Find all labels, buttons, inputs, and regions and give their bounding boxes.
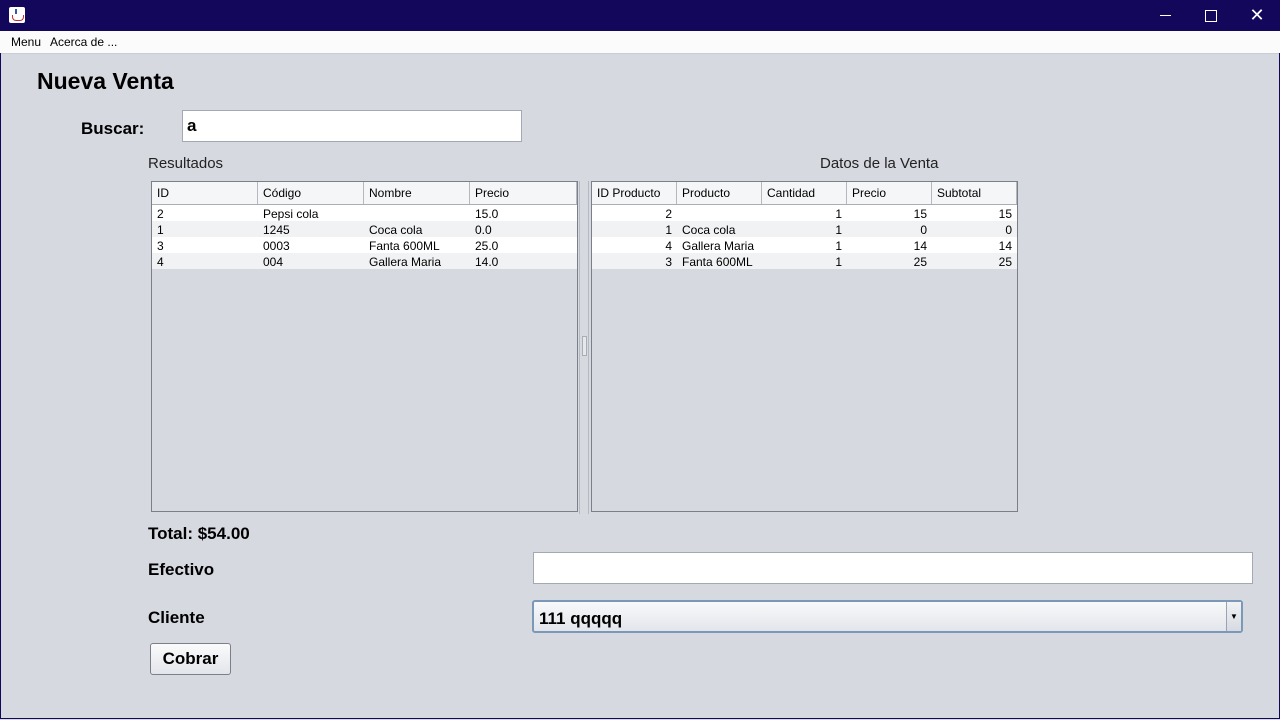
- table-row[interactable]: 3 Fanta 600ML 1 25 25: [592, 253, 1017, 269]
- menu-item-menu[interactable]: Menu: [11, 35, 41, 49]
- total-label: Total: $54.00: [148, 524, 250, 543]
- cell-id: 4: [157, 255, 164, 269]
- search-input[interactable]: [182, 110, 522, 142]
- sale-table-header: ID Producto Producto Cantidad Precio Sub…: [592, 182, 1017, 205]
- close-button[interactable]: ✕: [1234, 0, 1280, 31]
- java-app-icon: [9, 7, 25, 23]
- cell-nombre: Fanta 600ML: [369, 239, 440, 253]
- table-row[interactable]: 3 0003 Fanta 600ML 25.0: [152, 237, 577, 253]
- cell-subtotal: 0: [1005, 223, 1012, 237]
- table-row[interactable]: 4 Gallera Maria 1 14 14: [592, 237, 1017, 253]
- cell-id-producto: 3: [665, 255, 672, 269]
- cell-precio: 14: [913, 239, 927, 253]
- cell-producto: [677, 205, 762, 221]
- column-header-subtotal[interactable]: Subtotal: [932, 182, 1017, 204]
- maximize-icon: [1205, 9, 1217, 22]
- cell-cantidad: 1: [835, 207, 842, 221]
- cell-id-producto: 1: [665, 223, 672, 237]
- column-header-precio[interactable]: Precio: [470, 182, 577, 204]
- menu-item-about[interactable]: Acerca de ...: [50, 35, 117, 49]
- results-table[interactable]: ID Código Nombre Precio 2 Pepsi cola 15.…: [151, 181, 578, 512]
- cell-id-producto: 2: [665, 207, 672, 221]
- cell-codigo: 0003: [263, 239, 290, 253]
- cell-precio: 15: [913, 207, 927, 221]
- table-row[interactable]: 2 1 15 15: [592, 205, 1017, 221]
- maximize-button[interactable]: [1188, 0, 1234, 31]
- cell-nombre: [364, 205, 470, 221]
- cell-precio: 0.0: [475, 223, 492, 237]
- cell-codigo: Pepsi cola: [263, 207, 319, 221]
- table-row[interactable]: 1 Coca cola 1 0 0: [592, 221, 1017, 237]
- cell-cantidad: 1: [835, 239, 842, 253]
- sale-table[interactable]: ID Producto Producto Cantidad Precio Sub…: [591, 181, 1018, 512]
- column-header-id-producto[interactable]: ID Producto: [592, 182, 677, 204]
- cash-label: Efectivo: [148, 560, 215, 579]
- table-row[interactable]: 1 1245 Coca cola 0.0: [152, 221, 577, 237]
- column-header-id[interactable]: ID: [152, 182, 258, 204]
- column-header-producto[interactable]: Producto: [677, 182, 762, 204]
- cell-id-producto: 4: [665, 239, 672, 253]
- menu-bar: Menu Acerca de ...: [0, 31, 1280, 54]
- cell-subtotal: 25: [998, 255, 1012, 269]
- cell-precio: 0: [920, 223, 927, 237]
- cell-producto: Coca cola: [682, 223, 736, 237]
- cell-id: 1: [157, 223, 164, 237]
- cell-nombre: Coca cola: [369, 223, 423, 237]
- results-table-header: ID Código Nombre Precio: [152, 182, 577, 205]
- search-label: Buscar:: [81, 119, 145, 138]
- cell-producto: Gallera Maria: [682, 239, 755, 253]
- cell-producto: Fanta 600ML: [682, 255, 753, 269]
- results-title: Resultados: [148, 155, 224, 172]
- cell-nombre: Gallera Maria: [369, 255, 442, 269]
- client-label: Cliente: [148, 608, 205, 627]
- cell-precio: 25: [913, 255, 927, 269]
- table-row[interactable]: 2 Pepsi cola 15.0: [152, 205, 577, 221]
- charge-button[interactable]: Cobrar: [150, 643, 231, 675]
- cell-cantidad: 1: [835, 255, 842, 269]
- cell-precio: 14.0: [475, 255, 499, 269]
- column-header-codigo[interactable]: Código: [258, 182, 364, 204]
- cell-precio: 15.0: [475, 207, 499, 221]
- column-header-cantidad[interactable]: Cantidad: [762, 182, 847, 204]
- cash-input[interactable]: [533, 552, 1253, 584]
- close-icon: ✕: [1249, 4, 1265, 26]
- client-select[interactable]: 111 qqqqq ▼: [532, 600, 1243, 633]
- cell-id: 2: [157, 207, 164, 221]
- column-header-precio[interactable]: Precio: [847, 182, 932, 204]
- cell-subtotal: 15: [998, 207, 1012, 221]
- cell-codigo: 004: [263, 255, 284, 269]
- table-row[interactable]: 4 004 Gallera Maria 14.0: [152, 253, 577, 269]
- minimize-button[interactable]: [1142, 0, 1188, 31]
- page-title: Nueva Venta: [37, 68, 174, 94]
- chevron-down-icon[interactable]: ▼: [1226, 602, 1241, 631]
- cell-codigo: 1245: [263, 223, 290, 237]
- cell-precio: 25.0: [475, 239, 499, 253]
- cell-id: 3: [157, 239, 164, 253]
- minimize-icon: [1159, 15, 1171, 16]
- cell-cantidad: 1: [835, 223, 842, 237]
- cell-subtotal: 14: [998, 239, 1012, 253]
- window-title-bar[interactable]: ✕: [0, 0, 1280, 31]
- sale-data-title: Datos de la Venta: [820, 155, 939, 172]
- split-pane-divider[interactable]: [579, 181, 589, 514]
- divider-grip-icon[interactable]: [582, 336, 587, 356]
- column-header-nombre[interactable]: Nombre: [364, 182, 470, 204]
- client-selected-value: 111 qqqqq: [539, 609, 623, 628]
